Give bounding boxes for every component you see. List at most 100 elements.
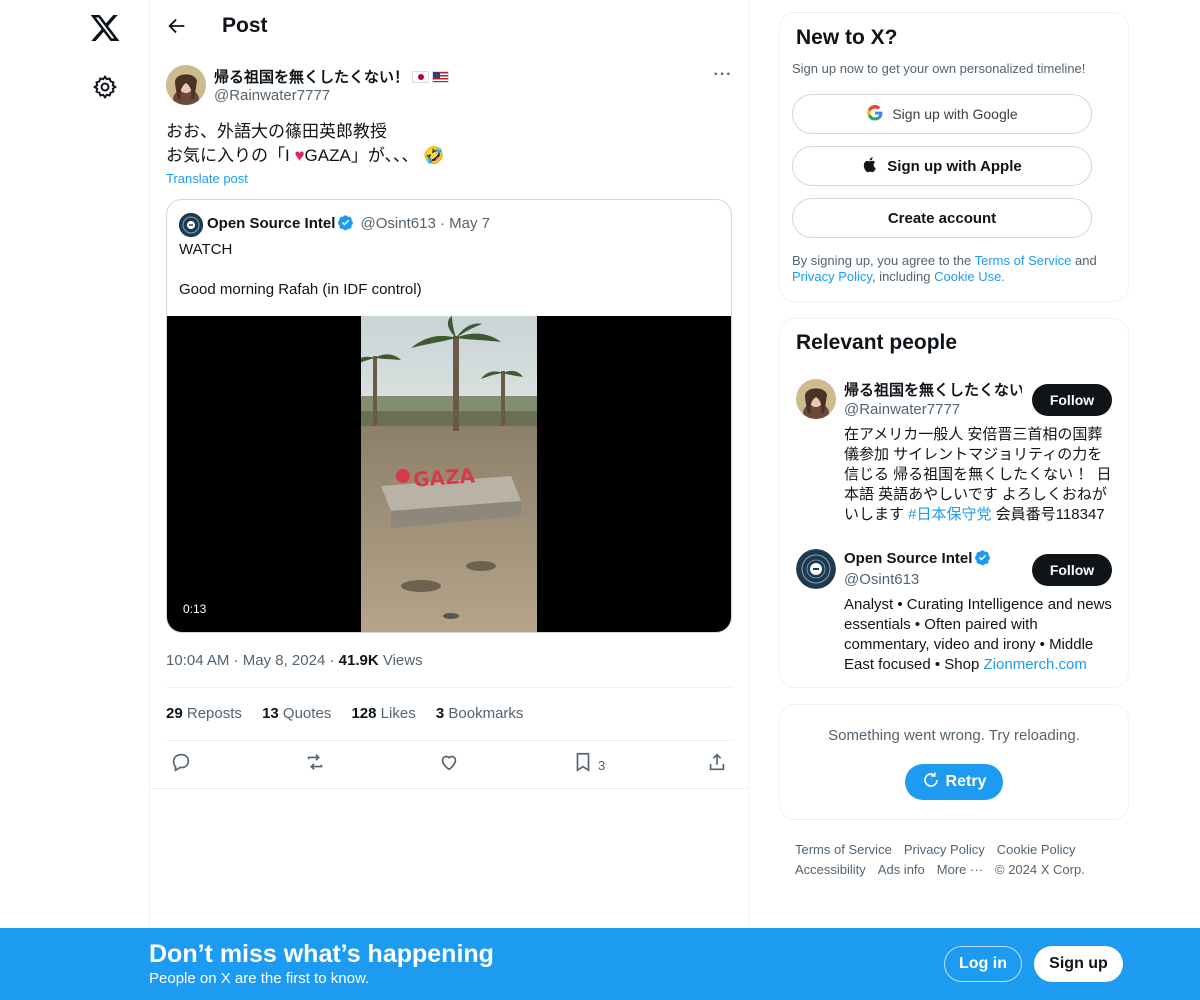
divider bbox=[166, 740, 732, 741]
footer-privacy-link[interactable]: Privacy Policy bbox=[904, 840, 985, 860]
signup-title: New to X? bbox=[796, 26, 898, 49]
person-handle[interactable]: @Rainwater7777 bbox=[844, 401, 960, 418]
author-handle[interactable]: @Rainwater7777 bbox=[214, 87, 330, 104]
hashtag-link[interactable]: #日本保守党 bbox=[908, 506, 991, 523]
retry-label: Retry bbox=[945, 773, 987, 790]
bio-link[interactable]: Zionmerch.com bbox=[984, 656, 1087, 673]
signup-subtitle: Sign up now to get your own personalized… bbox=[792, 61, 1086, 76]
post-text: おお、外語大の篠田英郎教授 お気に入りの「I ♥GAZA」が、、、 🤣 bbox=[166, 120, 444, 168]
follow-button[interactable]: Follow bbox=[1032, 384, 1112, 416]
post-time[interactable]: 10:04 AM bbox=[166, 652, 229, 669]
google-icon bbox=[866, 104, 884, 125]
verified-icon bbox=[974, 549, 991, 566]
back-arrow-icon[interactable] bbox=[166, 15, 188, 37]
verified-icon bbox=[337, 214, 354, 231]
left-nav bbox=[0, 0, 150, 1000]
quote-header: Open Source Intel @Osint613 · May 7 bbox=[207, 214, 490, 232]
dot-separator: · bbox=[435, 215, 450, 232]
login-button[interactable]: Log in bbox=[944, 946, 1022, 982]
translate-post-link[interactable]: Translate post bbox=[166, 171, 248, 186]
person-handle[interactable]: @Osint613 bbox=[844, 571, 919, 588]
post-date[interactable]: May 8, 2024 bbox=[243, 652, 326, 669]
signup-button[interactable]: Sign up bbox=[1034, 946, 1123, 982]
repost-icon[interactable] bbox=[304, 751, 326, 773]
divider bbox=[150, 788, 748, 789]
relevant-title: Relevant people bbox=[796, 331, 958, 354]
apple-icon bbox=[862, 156, 879, 177]
person-bio: Analyst • Curating Intelligence and news… bbox=[844, 596, 1112, 673]
refresh-icon bbox=[922, 771, 940, 794]
footer-copyright: © 2024 X Corp. bbox=[995, 862, 1085, 877]
create-account-button[interactable]: Create account bbox=[792, 198, 1092, 238]
author-avatar[interactable] bbox=[166, 65, 206, 105]
error-message: Something went wrong. Try reloading. bbox=[828, 727, 1080, 744]
footer-links: Terms of Service Privacy Policy Cookie Pol… bbox=[795, 840, 1125, 880]
post-timestamp: 10:04 AM · May 8, 2024 · 41.9K Views bbox=[166, 652, 423, 669]
post-text-part1: お気に入りの「I bbox=[166, 146, 295, 165]
google-signup-label: Sign up with Google bbox=[892, 106, 1018, 122]
apple-signup-button[interactable]: Sign up with Apple bbox=[792, 146, 1092, 186]
share-icon[interactable] bbox=[706, 751, 728, 773]
main-column: Post 帰る祖国を無くしたくない！ @Rainwater7777 ··· おお… bbox=[149, 0, 749, 1000]
post-text-line2: お気に入りの「I ♥GAZA」が、、、 🤣 bbox=[166, 144, 444, 168]
likes-stat[interactable]: 128 Likes bbox=[351, 705, 415, 722]
quote-text-1: WATCH bbox=[179, 241, 233, 258]
person-avatar[interactable] bbox=[796, 549, 836, 589]
terms-link[interactable]: Terms of Service bbox=[975, 253, 1072, 268]
create-account-label: Create account bbox=[887, 209, 997, 227]
footer-ads-link[interactable]: Ads info bbox=[878, 860, 925, 880]
divider bbox=[166, 687, 732, 688]
quote-author-name: Open Source Intel bbox=[207, 215, 336, 232]
us-flag-icon bbox=[432, 71, 450, 83]
gear-icon[interactable] bbox=[92, 74, 118, 100]
quote-handle: @Osint613 bbox=[360, 215, 436, 232]
post-text-part2: GAZA」が、、、 bbox=[304, 146, 419, 165]
footer-accessibility-link[interactable]: Accessibility bbox=[795, 860, 866, 880]
cookie-link[interactable]: Cookie Use. bbox=[934, 269, 1005, 284]
follow-button[interactable]: Follow bbox=[1032, 554, 1112, 586]
video-player[interactable]: GAZA 0:13 bbox=[167, 316, 731, 632]
post-text-line1: おお、外語大の篠田英郎教授 bbox=[166, 122, 387, 141]
views-count: 41.9K bbox=[338, 652, 379, 669]
footer-cookie-link[interactable]: Cookie Policy bbox=[997, 840, 1076, 860]
person-avatar[interactable] bbox=[796, 379, 836, 419]
sign-text: GAZA bbox=[412, 463, 476, 491]
page-title: Post bbox=[222, 14, 268, 37]
apple-signup-label: Sign up with Apple bbox=[887, 157, 1022, 175]
views-label: Views bbox=[382, 652, 423, 669]
bookmark-count: 3 bbox=[598, 758, 606, 773]
x-logo-icon[interactable] bbox=[89, 12, 121, 44]
reply-icon[interactable] bbox=[170, 751, 192, 773]
quotes-stat[interactable]: 13 Quotes bbox=[262, 705, 331, 722]
footer-more-link[interactable]: More ··· bbox=[937, 860, 983, 880]
quoted-post[interactable]: Open Source Intel @Osint613 · May 7 WATC… bbox=[166, 199, 732, 633]
relevant-people-card: Relevant people 帰る祖国を無くしたくない！ @Rainwater… bbox=[779, 318, 1129, 688]
japan-flag-icon bbox=[412, 71, 430, 83]
bookmark-icon[interactable] bbox=[572, 751, 594, 773]
bookmarks-stat[interactable]: 3 Bookmarks bbox=[436, 705, 524, 722]
signup-legal-text: By signing up, you agree to the Terms of… bbox=[792, 253, 1097, 284]
error-card: Something went wrong. Try reloading. Ret… bbox=[779, 704, 1129, 820]
page-header: Post bbox=[150, 0, 748, 54]
reposts-stat[interactable]: 29 Reposts bbox=[166, 705, 242, 722]
video-duration: 0:13 bbox=[177, 600, 213, 618]
heart-emoji-icon: ♥ bbox=[294, 146, 305, 165]
like-icon[interactable] bbox=[438, 751, 460, 773]
quote-text-2: Good morning Rafah (in IDF control) bbox=[179, 281, 422, 298]
person-name[interactable]: 帰る祖国を無くしたくない！ bbox=[844, 379, 1022, 400]
footer-terms-link[interactable]: Terms of Service bbox=[795, 840, 892, 860]
privacy-link[interactable]: Privacy Policy bbox=[792, 269, 872, 284]
person-name[interactable]: Open Source Intel bbox=[844, 549, 1022, 567]
video-thumbnail: GAZA bbox=[361, 316, 537, 632]
post-stats: 29 Reposts 13 Quotes 128 Likes 3 Bookmar… bbox=[166, 705, 539, 722]
retry-button[interactable]: Retry bbox=[905, 764, 1003, 800]
post-actions: 3 bbox=[166, 751, 732, 779]
author-name[interactable]: 帰る祖国を無くしたくない！ bbox=[214, 66, 450, 87]
author-name-text: 帰る祖国を無くしたくない！ bbox=[214, 69, 410, 86]
banner-subtitle: People on X are the first to know. bbox=[149, 970, 370, 987]
person-bio: 在アメリカ一般人 安倍晋三首相の国葬儀参加 サイレントマジョリティの力を信じる … bbox=[844, 426, 1112, 523]
banner-title: Don’t miss what’s happening bbox=[149, 940, 494, 968]
google-signup-button[interactable]: Sign up with Google bbox=[792, 94, 1092, 134]
quote-avatar bbox=[179, 213, 203, 237]
more-icon[interactable]: ··· bbox=[710, 66, 736, 86]
